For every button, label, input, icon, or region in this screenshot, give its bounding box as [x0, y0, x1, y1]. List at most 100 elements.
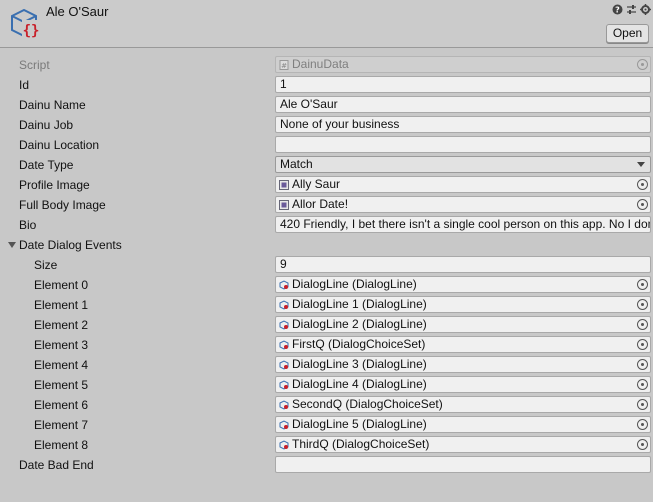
dainu-name-input[interactable]: Ale O'Saur [275, 96, 651, 113]
scriptable-object-icon [279, 320, 289, 330]
list-item: Element 2 DialogLine 2 (DialogLine) [0, 315, 653, 335]
scriptable-object-icon [279, 420, 289, 430]
dainu-name-row: Dainu Name Ale O'Saur [0, 95, 653, 115]
script-file-icon: # [279, 60, 289, 70]
size-label: Size [34, 258, 58, 272]
element-object-field[interactable]: DialogLine (DialogLine) [275, 276, 651, 293]
svg-text:{}: {} [23, 23, 40, 39]
list-item: Element 8 ThirdQ (DialogChoiceSet) [0, 435, 653, 455]
scriptable-object-icon [279, 400, 289, 410]
element-object-field[interactable]: FirstQ (DialogChoiceSet) [275, 336, 651, 353]
profile-image-row: Profile Image Ally Saur [0, 175, 653, 195]
open-button[interactable]: Open [606, 24, 649, 43]
object-picker-icon[interactable] [637, 279, 648, 290]
full-body-image-label: Full Body Image [19, 198, 106, 212]
settings-icon[interactable] [639, 3, 651, 15]
dainu-job-input[interactable]: None of your business [275, 116, 651, 133]
date-type-dropdown[interactable]: Match [275, 156, 651, 173]
date-type-value: Match [280, 157, 313, 171]
object-picker-icon[interactable] [637, 439, 648, 450]
object-picker-icon[interactable] [637, 299, 648, 310]
element-value: DialogLine 5 (DialogLine) [292, 417, 427, 431]
date-type-label: Date Type [19, 158, 74, 172]
scriptable-object-icon: {} [11, 8, 40, 39]
scriptable-object-icon [279, 440, 289, 450]
script-label: Script [19, 58, 50, 72]
dainu-location-row: Dainu Location [0, 135, 653, 155]
element-label: Element 4 [34, 358, 89, 372]
element-label: Element 3 [34, 338, 89, 352]
object-picker-icon[interactable] [637, 419, 648, 430]
script-field: # DainuData [275, 56, 651, 73]
profile-image-value: Ally Saur [292, 177, 341, 191]
svg-text:?: ? [615, 5, 620, 14]
profile-image-field[interactable]: Ally Saur [275, 176, 651, 193]
bio-input[interactable]: 420 Friendly, I bet there isn't a single… [275, 216, 651, 233]
sprite-icon [279, 200, 289, 210]
scriptable-object-icon [279, 340, 289, 350]
date-dialog-events-label: Date Dialog Events [19, 238, 122, 252]
size-row: Size 9 [0, 255, 653, 275]
element-object-field[interactable]: DialogLine 4 (DialogLine) [275, 376, 651, 393]
object-picker-icon[interactable] [637, 379, 648, 390]
element-object-field[interactable]: SecondQ (DialogChoiceSet) [275, 396, 651, 413]
element-value: DialogLine 2 (DialogLine) [292, 317, 427, 331]
element-label: Element 6 [34, 398, 89, 412]
element-object-field[interactable]: DialogLine 3 (DialogLine) [275, 356, 651, 373]
size-input[interactable]: 9 [275, 256, 651, 273]
element-value: FirstQ (DialogChoiceSet) [292, 337, 426, 351]
date-bad-end-label: Date Bad End [19, 458, 94, 472]
element-value: ThirdQ (DialogChoiceSet) [292, 437, 430, 451]
scriptable-object-icon [279, 360, 289, 370]
list-item: Element 3 FirstQ (DialogChoiceSet) [0, 335, 653, 355]
asset-title: Ale O'Saur [46, 4, 109, 19]
date-dialog-events-foldout[interactable]: Date Dialog Events [0, 235, 653, 255]
element-label: Element 8 [34, 438, 89, 452]
object-picker-icon[interactable] [637, 339, 648, 350]
full-body-image-field[interactable]: Allor Date! [275, 196, 651, 213]
script-row: Script # DainuData [0, 55, 653, 75]
list-item: Element 0 DialogLine (DialogLine) [0, 275, 653, 295]
chevron-down-icon [637, 162, 645, 167]
element-value: DialogLine 1 (DialogLine) [292, 297, 427, 311]
dainu-name-label: Dainu Name [19, 98, 86, 112]
element-object-field[interactable]: DialogLine 5 (DialogLine) [275, 416, 651, 433]
list-item: Element 7 DialogLine 5 (DialogLine) [0, 415, 653, 435]
dainu-location-label: Dainu Location [19, 138, 100, 152]
object-picker-icon[interactable] [637, 359, 648, 370]
list-item: Element 6 SecondQ (DialogChoiceSet) [0, 395, 653, 415]
element-object-field[interactable]: ThirdQ (DialogChoiceSet) [275, 436, 651, 453]
element-value: DialogLine (DialogLine) [292, 277, 417, 291]
object-picker-icon[interactable] [637, 179, 648, 190]
full-body-image-row: Full Body Image Allor Date! [0, 195, 653, 215]
object-picker-icon [637, 59, 648, 70]
help-icon[interactable]: ? [611, 3, 623, 15]
object-picker-icon[interactable] [637, 319, 648, 330]
bio-row: Bio 420 Friendly, I bet there isn't a si… [0, 215, 653, 235]
element-value: DialogLine 4 (DialogLine) [292, 377, 427, 391]
bio-label: Bio [19, 218, 37, 232]
presets-icon[interactable] [625, 3, 637, 15]
script-value: DainuData [292, 57, 349, 71]
sprite-icon [279, 180, 289, 190]
element-object-field[interactable]: DialogLine 2 (DialogLine) [275, 316, 651, 333]
date-type-row: Date Type Match [0, 155, 653, 175]
element-label: Element 2 [34, 318, 89, 332]
date-bad-end-input[interactable] [275, 456, 651, 473]
element-label: Element 1 [34, 298, 89, 312]
element-value: SecondQ (DialogChoiceSet) [292, 397, 443, 411]
inspector-header: {} Ale O'Saur ? Open [0, 0, 653, 48]
element-label: Element 0 [34, 278, 89, 292]
dainu-location-input[interactable] [275, 136, 651, 153]
foldout-arrow-icon[interactable] [8, 242, 16, 248]
profile-image-label: Profile Image [19, 178, 90, 192]
full-body-image-value: Allor Date! [292, 197, 349, 211]
dainu-job-label: Dainu Job [19, 118, 74, 132]
object-picker-icon[interactable] [637, 399, 648, 410]
element-value: DialogLine 3 (DialogLine) [292, 357, 427, 371]
element-object-field[interactable]: DialogLine 1 (DialogLine) [275, 296, 651, 313]
object-picker-icon[interactable] [637, 199, 648, 210]
element-label: Element 5 [34, 378, 89, 392]
list-item: Element 1 DialogLine 1 (DialogLine) [0, 295, 653, 315]
id-input[interactable]: 1 [275, 76, 651, 93]
